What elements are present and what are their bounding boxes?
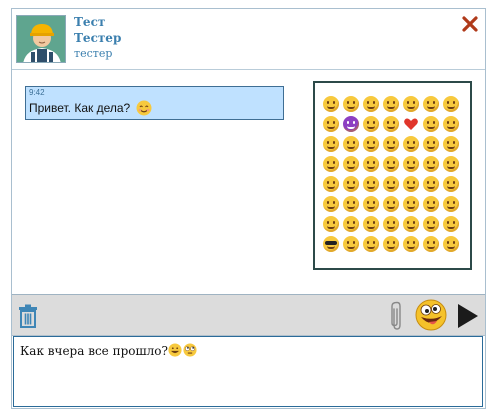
smile-emoji-icon (136, 100, 152, 116)
heart-icon (404, 118, 418, 130)
emoji-icon[interactable] (383, 176, 399, 192)
emoji-icon[interactable] (383, 116, 399, 132)
avatar (16, 15, 66, 63)
emoji-icon[interactable] (443, 116, 459, 132)
emoji-icon[interactable] (443, 176, 459, 192)
emoji-icon[interactable] (343, 236, 359, 252)
contact-name: Тест (74, 15, 106, 29)
emoji-icon[interactable] (363, 156, 379, 172)
emoji-grid (323, 96, 459, 252)
message-input[interactable]: Как вчера все прошло? (13, 336, 483, 407)
emoji-icon[interactable] (363, 176, 379, 192)
emoji-button-icon (415, 299, 447, 331)
worker-avatar-icon (17, 16, 65, 62)
emoji-icon[interactable] (423, 176, 439, 192)
send-button[interactable] (457, 303, 479, 329)
emoji-icon[interactable] (363, 116, 379, 132)
emoji-icon[interactable] (343, 216, 359, 232)
heart-eyes-emoji-icon[interactable] (443, 216, 459, 232)
emoji-button[interactable] (415, 299, 447, 331)
emoji-icon[interactable] (323, 156, 339, 172)
emoji-icon[interactable] (403, 236, 419, 252)
delete-button[interactable] (18, 304, 38, 328)
message-input-text: Как вчера все прошло? (20, 344, 168, 358)
emoji-icon[interactable] (323, 196, 339, 212)
paperclip-icon (391, 301, 401, 330)
emoji-icon[interactable] (403, 156, 419, 172)
message-time: 9:42 (29, 88, 45, 97)
message-area[interactable]: 9:42 Привет. Как дела? (12, 70, 485, 294)
emoji-icon[interactable] (343, 96, 359, 112)
emoji-icon[interactable] (403, 176, 419, 192)
chat-header: Тест Тестер тестер (12, 9, 485, 69)
chat-window: Тест Тестер тестер 9:42 Привет. Как дела… (11, 8, 486, 409)
emoji-icon[interactable] (423, 96, 439, 112)
emoji-icon[interactable] (403, 136, 419, 152)
emoji-icon[interactable] (383, 236, 399, 252)
emoji-icon[interactable] (383, 156, 399, 172)
emoji-icon[interactable] (423, 216, 439, 232)
attach-button[interactable] (390, 301, 402, 331)
contact-login: тестер (74, 47, 113, 60)
toolbar (12, 295, 485, 335)
contact-surname: Тестер (74, 31, 122, 45)
emoji-icon[interactable] (343, 176, 359, 192)
emoji-icon[interactable] (403, 216, 419, 232)
emoji-icon[interactable] (343, 136, 359, 152)
emoji-icon[interactable] (383, 136, 399, 152)
emoji-icon[interactable] (443, 196, 459, 212)
emoji-icon[interactable] (323, 136, 339, 152)
emoji-icon[interactable] (363, 216, 379, 232)
close-icon (462, 16, 478, 32)
emoji-icon[interactable] (343, 156, 359, 172)
message-bubble: 9:42 Привет. Как дела? (25, 86, 284, 120)
emoji-icon[interactable] (423, 136, 439, 152)
emoji-icon[interactable] (383, 216, 399, 232)
emoji-icon[interactable] (383, 196, 399, 212)
emoji-icon[interactable] (323, 116, 339, 132)
emoji-icon[interactable] (423, 196, 439, 212)
sunglasses-emoji-icon[interactable] (323, 236, 339, 252)
emoji-icon[interactable] (443, 136, 459, 152)
emoji-icon[interactable] (423, 236, 439, 252)
message-text: Привет. Как дела? (29, 100, 152, 116)
emoji-icon[interactable] (323, 216, 339, 232)
emoji-picker (313, 81, 472, 270)
emoji-icon[interactable] (403, 96, 419, 112)
send-arrow-icon (458, 304, 478, 328)
emoji-icon[interactable] (323, 96, 339, 112)
emoji-icon[interactable] (423, 116, 439, 132)
message-text-content: Привет. Как дела? (29, 101, 131, 115)
emoji-icon[interactable] (423, 156, 439, 172)
emoji-icon[interactable] (363, 96, 379, 112)
emoji-icon[interactable] (443, 96, 459, 112)
emoji-icon[interactable] (443, 236, 459, 252)
message-input-content: Как вчера все прошло? (20, 343, 197, 358)
emoji-icon[interactable] (343, 196, 359, 212)
emoji-icon[interactable] (403, 196, 419, 212)
heart-emoji-icon[interactable] (403, 116, 419, 132)
rolling-eyes-emoji-icon (183, 343, 197, 357)
emoji-icon[interactable] (383, 96, 399, 112)
close-button[interactable] (461, 15, 479, 33)
emoji-icon[interactable] (443, 156, 459, 172)
trash-icon (19, 304, 37, 328)
emoji-icon[interactable] (363, 196, 379, 212)
emoji-icon[interactable] (363, 136, 379, 152)
devil-emoji-icon[interactable] (343, 116, 359, 132)
grin-emoji-icon (168, 343, 182, 357)
emoji-icon[interactable] (363, 236, 379, 252)
emoji-icon[interactable] (323, 176, 339, 192)
